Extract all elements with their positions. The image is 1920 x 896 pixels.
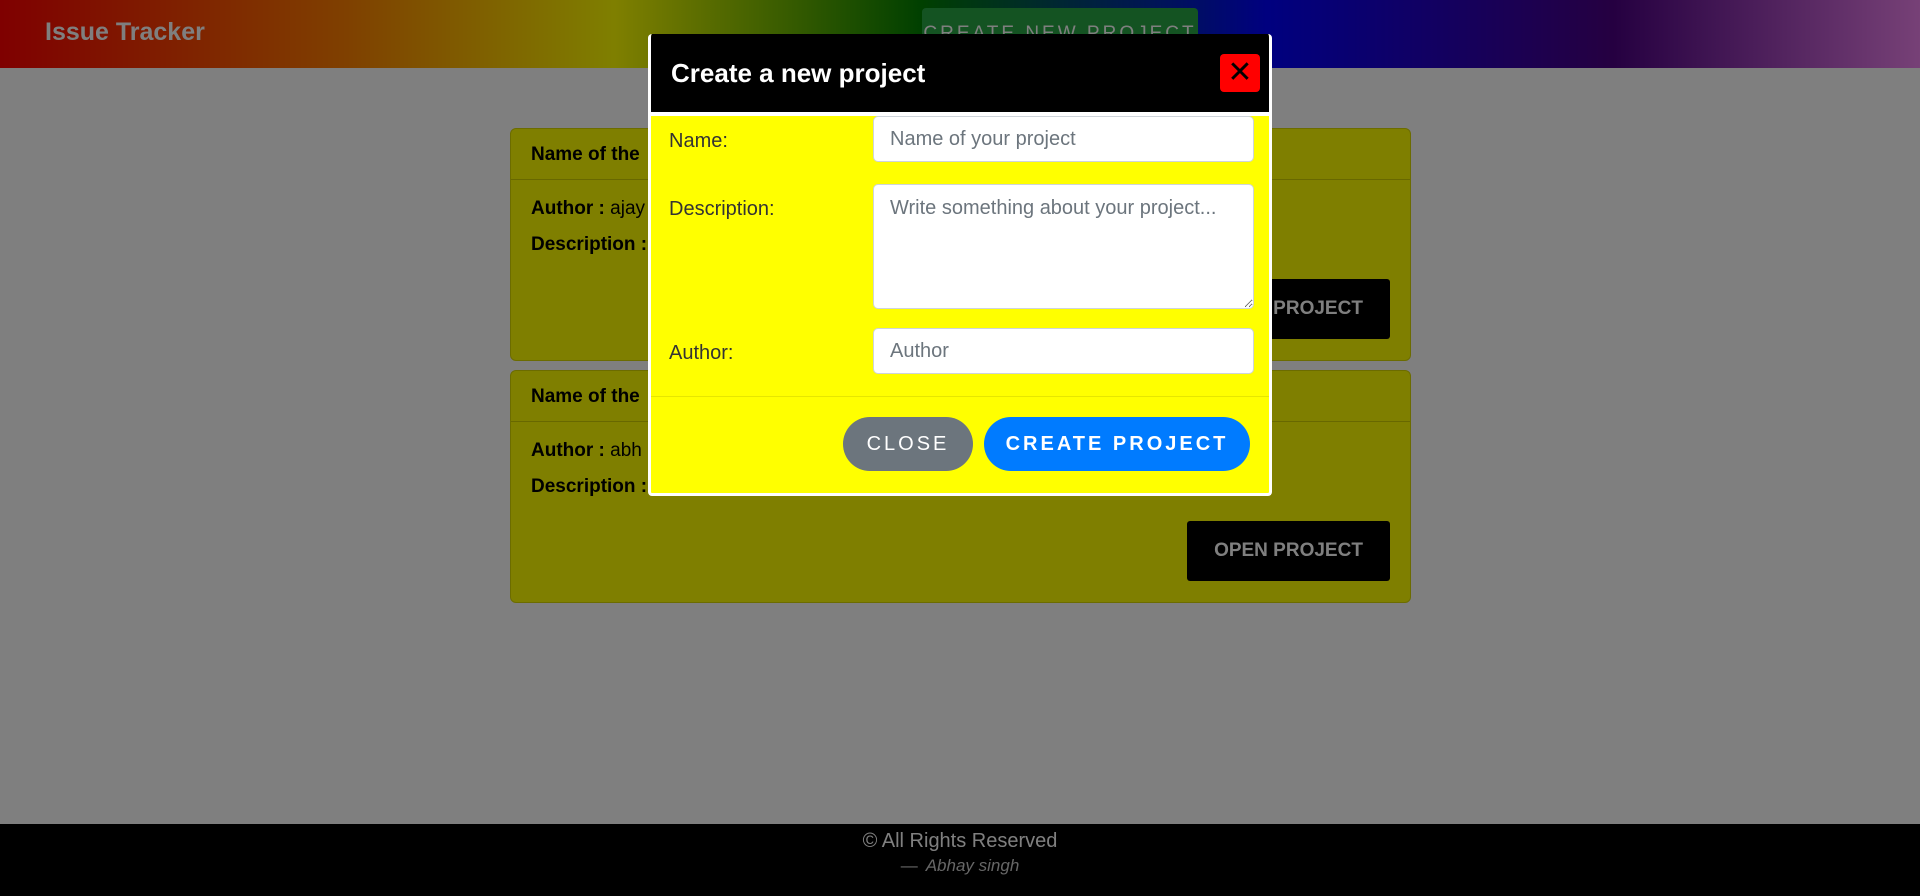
- close-icon[interactable]: ✕: [1220, 54, 1260, 92]
- modal-title: Create a new project: [671, 58, 926, 88]
- name-label: Name:: [669, 130, 728, 152]
- name-input[interactable]: [873, 116, 1254, 162]
- modal-header: Create a new project ✕: [651, 34, 1269, 112]
- description-label: Description:: [669, 198, 775, 220]
- author-label: Author:: [669, 342, 734, 364]
- modal-footer-divider: [651, 396, 1269, 397]
- create-project-modal: Create a new project ✕ Name: Description…: [648, 34, 1272, 496]
- author-input[interactable]: [873, 328, 1254, 374]
- create-project-button[interactable]: CREATE PROJECT: [984, 417, 1250, 471]
- close-button[interactable]: CLOSE: [843, 417, 973, 471]
- description-textarea[interactable]: [873, 184, 1254, 309]
